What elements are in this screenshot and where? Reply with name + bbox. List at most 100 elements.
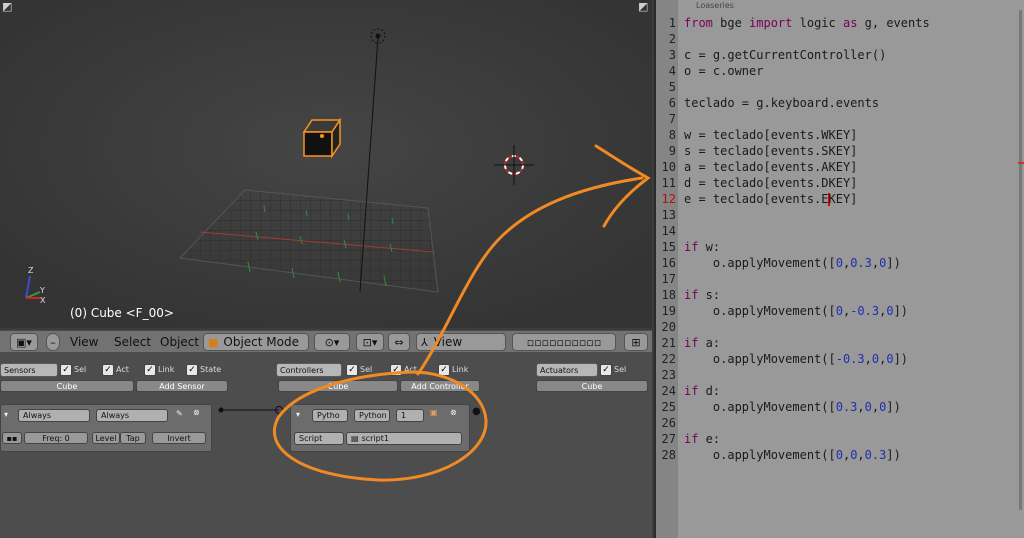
axis-x-label: X	[40, 296, 46, 305]
code-line[interactable]: 1 from bge import logic as g, events	[656, 15, 1024, 31]
axes-icon: ⅄	[421, 335, 428, 349]
close-icon[interactable]: ⊗	[450, 408, 457, 417]
line-number: 1	[668, 16, 676, 30]
select-menu[interactable]: Select	[114, 335, 151, 349]
actuator-object-label[interactable]: Cube	[536, 380, 648, 392]
code-line[interactable]: 9 s = teclado[events.SKEY]	[656, 143, 1024, 159]
priority-icon[interactable]: ▣	[430, 408, 438, 417]
output-socket-icon[interactable]: ●	[472, 406, 481, 417]
code-line[interactable]: 14	[656, 223, 1024, 239]
text-editor[interactable]: Loaseries 1 from bge import logic as g, e…	[654, 0, 1024, 538]
controller-object-label[interactable]: Cube	[278, 380, 398, 392]
document-icon: ▤	[351, 434, 359, 443]
menu-toggle-button[interactable]: –	[46, 333, 60, 351]
view-menu[interactable]: View	[70, 335, 98, 349]
cube-icon: ■	[208, 335, 219, 349]
code-line[interactable]: 19 o.applyMovement([0,-0.3,0])	[656, 303, 1024, 319]
collapse-icon[interactable]: ▾	[4, 410, 8, 419]
error-marker	[1018, 162, 1024, 164]
code-line[interactable]: 10 a = teclado[events.AKEY]	[656, 159, 1024, 175]
code-text: if w:	[684, 240, 721, 254]
code-line[interactable]: 23	[656, 367, 1024, 383]
code-text: teclado = g.keyboard.events	[684, 96, 880, 110]
code-line[interactable]: 24 if d:	[656, 383, 1024, 399]
sel-checkbox[interactable]: ✓	[346, 364, 358, 376]
code-text: s = teclado[events.SKEY]	[684, 144, 858, 158]
sensor-object-label[interactable]: Cube	[0, 380, 134, 392]
controller-type-select[interactable]: Pytho	[312, 409, 348, 422]
code-line[interactable]: 27 if e:	[656, 431, 1024, 447]
object-menu[interactable]: Object	[160, 335, 199, 349]
act-checkbox[interactable]: ✓	[390, 364, 402, 376]
mode-select[interactable]: Script	[294, 432, 344, 445]
code-text: o.applyMovement([0.3,0,0])	[684, 400, 901, 414]
mode-select[interactable]: ■ Object Mode	[203, 333, 309, 351]
frequency-field[interactable]: Freq: 0	[24, 432, 88, 444]
sensor-name-field[interactable]: Always	[96, 409, 168, 422]
code-line[interactable]: 22 o.applyMovement([-0.3,0,0])	[656, 351, 1024, 367]
object-info-label: (0) Cube <F_00>	[70, 306, 174, 320]
state-checkbox[interactable]: ✓	[186, 364, 198, 376]
close-icon[interactable]: ⊗	[193, 408, 200, 417]
code-line[interactable]: 7	[656, 111, 1024, 127]
axis-z-label: Z	[28, 266, 34, 275]
pivot-select[interactable]: ⊡▾	[356, 333, 384, 351]
tap-button[interactable]: Tap	[120, 432, 146, 444]
sensor-type-select[interactable]: Always	[18, 409, 90, 422]
code-text: o.applyMovement([-0.3,0,0])	[684, 352, 909, 366]
lock-camera-button[interactable]: ⊞	[624, 333, 648, 351]
code-line[interactable]: 26	[656, 415, 1024, 431]
line-number: 7	[668, 112, 676, 126]
code-line[interactable]: 2	[656, 31, 1024, 47]
sensors-dropdown[interactable]: Sensors	[0, 363, 58, 377]
scrollbar[interactable]	[1019, 10, 1022, 510]
code-line[interactable]: 3 c = g.getCurrentController()	[656, 47, 1024, 63]
shading-select[interactable]: ⊙▾	[314, 333, 350, 351]
code-line[interactable]: 11 d = teclado[events.DKEY]	[656, 175, 1024, 191]
invert-button[interactable]: Invert	[152, 432, 206, 444]
code-line[interactable]: 25 o.applyMovement([0.3,0,0])	[656, 399, 1024, 415]
act-checkbox[interactable]: ✓	[102, 364, 114, 376]
code-line[interactable]: 5	[656, 79, 1024, 95]
layers-grid[interactable]: ▫▫▫▫▫▫▫▫▫▫	[512, 333, 616, 351]
code-line[interactable]: 6 teclado = g.keyboard.events	[656, 95, 1024, 111]
script-name: script1	[361, 434, 389, 443]
corner-icon[interactable]: ◩	[638, 0, 648, 13]
manipulator-toggle[interactable]: ⇔	[388, 333, 410, 351]
code-line[interactable]: 8 w = teclado[events.WKEY]	[656, 127, 1024, 143]
pulse-toggle[interactable]: ▪▪	[2, 432, 22, 444]
line-number: 25	[661, 400, 676, 414]
orientation-select[interactable]: ⅄ View	[416, 333, 506, 351]
code-line[interactable]: 20	[656, 319, 1024, 335]
sel-label: Sel	[74, 365, 87, 374]
script-field[interactable]: ▤ script1	[346, 432, 462, 445]
code-line[interactable]: 28 o.applyMovement([0,0,0.3])	[656, 447, 1024, 463]
pin-icon[interactable]: ✎	[176, 409, 183, 418]
code-line[interactable]: 12 e = teclado[events.EKEY]	[656, 191, 1024, 207]
link-checkbox[interactable]: ✓	[438, 364, 450, 376]
code-line[interactable]: 15 if w:	[656, 239, 1024, 255]
sel-checkbox[interactable]: ✓	[60, 364, 72, 376]
line-number: 4	[668, 64, 676, 78]
collapse-icon[interactable]: ▾	[296, 410, 300, 419]
code-line[interactable]: 13	[656, 207, 1024, 223]
state-field[interactable]: 1	[396, 409, 424, 422]
code-text: from bge import logic as g, events	[684, 16, 930, 30]
code-line[interactable]: 18 if s:	[656, 287, 1024, 303]
controllers-dropdown[interactable]: Controllers	[276, 363, 342, 377]
code-line[interactable]: 4 o = c.owner	[656, 63, 1024, 79]
add-sensor-button[interactable]: Add Sensor	[136, 380, 228, 392]
level-button[interactable]: Level	[92, 432, 120, 444]
link-checkbox[interactable]: ✓	[144, 364, 156, 376]
controller-name-field[interactable]: Python	[354, 409, 390, 422]
editor-type-button[interactable]: ▣▾	[10, 333, 38, 351]
3d-viewport[interactable]: ◩ ◩ Z Y X (0) Cube <F_00>	[0, 0, 652, 328]
add-controller-button[interactable]: Add Controller	[400, 380, 480, 392]
sel-checkbox[interactable]: ✓	[600, 364, 612, 376]
code-line[interactable]: 17	[656, 271, 1024, 287]
corner-icon[interactable]: ◩	[2, 0, 12, 13]
code-line[interactable]: 21 if a:	[656, 335, 1024, 351]
actuators-dropdown[interactable]: Actuators	[536, 363, 598, 377]
code-line[interactable]: 16 o.applyMovement([0,0.3,0])	[656, 255, 1024, 271]
code-lines[interactable]: 1 from bge import logic as g, events 2 3 c =…	[656, 15, 1024, 463]
